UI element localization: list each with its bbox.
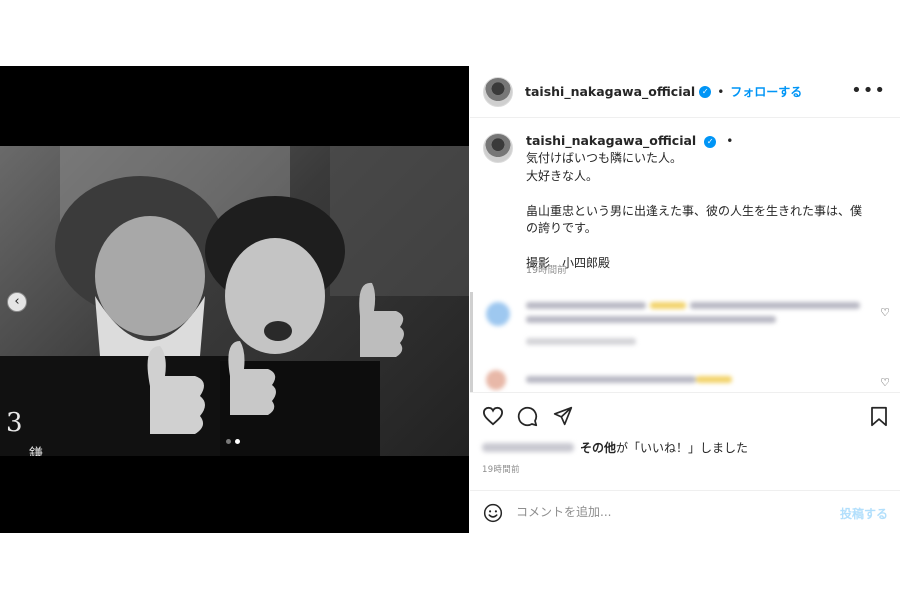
carousel-prev-button[interactable]: ‹ xyxy=(7,292,27,312)
caption-header: taishi_nakagawa_official ✓ • xyxy=(526,133,739,148)
caption-timestamp[interactable]: 19時間前 xyxy=(526,262,567,276)
comment-item xyxy=(482,298,876,358)
comment-blurred-mention xyxy=(650,302,686,309)
photo-illustration: 3 鎌倉殿 xyxy=(0,146,469,456)
comment-avatar xyxy=(486,370,506,390)
comments-scrollbar[interactable] xyxy=(470,292,473,392)
verified-badge-icon: ✓ xyxy=(704,135,717,148)
carousel-dot-active xyxy=(235,439,240,444)
svg-text:鎌倉殿: 鎌倉殿 xyxy=(27,446,43,456)
post-side-panel: taishi_nakagawa_official ✓ • フォローする ••• … xyxy=(470,66,900,533)
username-link[interactable]: taishi_nakagawa_official xyxy=(525,84,695,99)
comment-like-heart-icon[interactable]: ♡ xyxy=(880,306,890,319)
comment-avatar xyxy=(486,302,510,326)
caption-avatar[interactable] xyxy=(483,133,513,163)
caption-text: 気付けばいつも隣にいた人。 大好きな人。 畠山重忠という男に出逢えた事、彼の人生… xyxy=(526,151,863,270)
carousel-dot xyxy=(226,439,231,444)
follow-button[interactable]: フォローする xyxy=(730,83,802,100)
comment-blurred-text xyxy=(526,316,776,323)
comment-blurred-text xyxy=(690,302,860,309)
likes-suffix: が「いいね！」しました xyxy=(616,440,749,455)
post-media[interactable]: 3 鎌倉殿 ‹ xyxy=(0,66,469,533)
caption-separator: • xyxy=(726,134,734,148)
post-header: taishi_nakagawa_official ✓ • フォローする ••• xyxy=(470,66,900,118)
comment-blurred-meta xyxy=(526,338,636,345)
svg-text:3: 3 xyxy=(6,408,23,438)
likes-blurred-usernames xyxy=(482,442,574,452)
comment-bubble-icon[interactable] xyxy=(517,406,538,431)
like-heart-icon[interactable] xyxy=(482,406,504,430)
likes-summary[interactable]: その他が「いいね！」しました xyxy=(482,438,748,456)
post-photo[interactable]: 3 鎌倉殿 xyxy=(0,146,469,456)
comment-blurred-text xyxy=(526,376,696,383)
header-separator: • xyxy=(717,84,725,99)
comment-blurred-emoji xyxy=(696,376,732,383)
comments-list[interactable]: ♡ ♡ xyxy=(470,292,900,392)
post-timestamp[interactable]: 19時間前 xyxy=(482,463,520,475)
comment-like-heart-icon[interactable]: ♡ xyxy=(880,376,890,389)
comment-blurred-text xyxy=(526,302,646,309)
save-bookmark-icon[interactable] xyxy=(870,406,888,431)
comment-item xyxy=(482,370,876,390)
caption-username-link[interactable]: taishi_nakagawa_official xyxy=(526,133,696,148)
share-send-icon[interactable] xyxy=(553,406,573,430)
verified-badge-icon: ✓ xyxy=(699,85,712,98)
avatar[interactable] xyxy=(483,76,513,107)
emoji-smiley-icon[interactable] xyxy=(483,503,503,527)
post-comment-button[interactable]: 投稿する xyxy=(840,505,888,522)
add-comment-bar: 投稿する xyxy=(470,490,900,533)
carousel-dots xyxy=(226,439,240,444)
likes-text: その他が「いいね！」しました xyxy=(580,439,748,456)
more-options-icon[interactable]: ••• xyxy=(851,80,886,101)
comment-input[interactable] xyxy=(516,500,816,524)
post-actions-bar xyxy=(470,392,900,440)
likes-others-link[interactable]: その他 xyxy=(580,441,616,455)
